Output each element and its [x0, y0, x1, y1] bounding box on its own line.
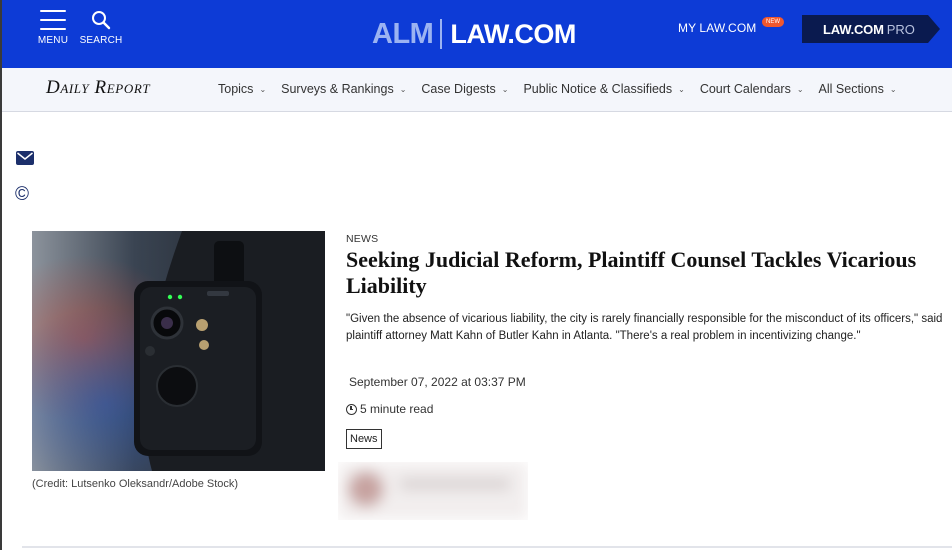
nav-item-surveys-rankings[interactable]: Surveys & Rankings ⌄	[281, 82, 406, 96]
nav-item-label: Court Calendars	[699, 82, 791, 96]
nav-item-label: Topics	[218, 82, 254, 96]
logo-alm: ALM	[372, 17, 434, 50]
copyright-icon[interactable]: ©	[15, 184, 29, 206]
search-button[interactable]: SEARCH	[78, 10, 124, 46]
search-icon	[92, 11, 111, 30]
nav-menu: Topics ⌄ Surveys & Rankings ⌄ Case Digests…	[218, 82, 912, 96]
nav-item-label: Surveys & Rankings	[281, 82, 394, 96]
law-pro-button[interactable]: LAW.COM PRO	[802, 15, 940, 43]
my-law-link[interactable]: MY LAW.COM	[678, 21, 756, 35]
author-blurred-placeholder	[338, 462, 528, 520]
article-tag[interactable]: News	[346, 429, 382, 449]
search-label: SEARCH	[79, 35, 123, 46]
read-time-label: 5 minute read	[360, 402, 434, 416]
pro-main-label: LAW.COM	[823, 21, 884, 37]
logo-divider	[440, 19, 443, 49]
hamburger-icon	[40, 10, 66, 30]
chevron-down-icon: ⌄	[399, 84, 407, 94]
nav-item-case-digests[interactable]: Case Digests ⌄	[421, 82, 508, 96]
nav-item-topics[interactable]: Topics ⌄	[218, 82, 266, 96]
chevron-down-icon: ⌄	[678, 84, 685, 94]
mail-icon[interactable]	[16, 151, 34, 165]
nav-item-label: Public Notice & Classifieds	[523, 82, 673, 96]
menu-label: MENU	[37, 35, 69, 46]
menu-button[interactable]: MENU	[36, 10, 70, 46]
section-nav: Daily Report Topics ⌄ Surveys & Rankings ⌄…	[2, 68, 952, 112]
nav-item-court-calendars[interactable]: Court Calendars ⌄	[700, 82, 804, 96]
article-headline[interactable]: Seeking Judicial Reform, Plaintiff Couns…	[346, 247, 952, 299]
clock-icon	[346, 403, 357, 415]
daily-report-logo[interactable]: Daily Report	[46, 77, 150, 99]
chevron-down-icon: ⌄	[259, 84, 267, 94]
pro-sub-label: PRO	[886, 21, 915, 37]
chevron-down-icon: ⌄	[889, 84, 897, 94]
chevron-down-icon: ⌄	[501, 84, 509, 94]
article-summary: "Given the absence of vicarious liabilit…	[346, 313, 943, 342]
body-camera-image	[32, 231, 325, 471]
read-time: 5 minute read	[346, 402, 433, 416]
nav-item-label: Case Digests	[421, 82, 496, 96]
image-caption: (Credit: Lutsenko Oleksandr/Adobe Stock)	[32, 478, 239, 490]
nav-item-label: All Sections	[818, 82, 884, 96]
alm-law-logo[interactable]: ALM LAW.COM	[372, 16, 576, 52]
article-kicker[interactable]: NEWS	[346, 233, 378, 245]
new-badge: NEW	[762, 17, 784, 27]
article-date: September 07, 2022 at 03:37 PM	[349, 375, 526, 389]
nav-item-public-notice[interactable]: Public Notice & Classifieds ⌄	[523, 82, 684, 96]
chevron-down-icon: ⌄	[796, 84, 804, 94]
logo-law: LAW.COM	[450, 18, 576, 49]
top-bar: MENU SEARCH ALM LAW.COM MY LAW.COM NEW L…	[2, 0, 952, 68]
nav-item-all-sections[interactable]: All Sections ⌄	[819, 82, 897, 96]
section-divider	[22, 546, 952, 548]
article-image[interactable]	[32, 231, 325, 471]
